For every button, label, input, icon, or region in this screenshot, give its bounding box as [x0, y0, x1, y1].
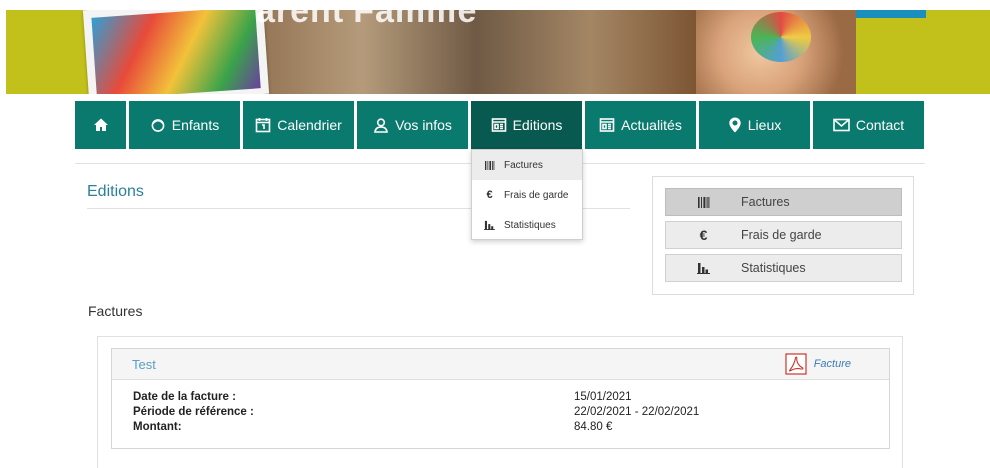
envelope-icon — [833, 118, 850, 132]
nav-vos-infos[interactable]: Vos infos — [357, 101, 468, 149]
nav-contact[interactable]: Contact — [813, 101, 924, 149]
side-item-statistiques[interactable]: Statistiques — [665, 254, 902, 282]
pdf-icon — [785, 353, 807, 375]
header-banner: arent'Famille — [6, 10, 990, 94]
nav-editions[interactable]: Editions — [471, 101, 582, 149]
editions-dropdown: Factures € Frais de garde Statistiques — [471, 149, 583, 240]
banner-painted-hand — [751, 12, 811, 62]
invoice-pdf-link[interactable]: Facture — [785, 353, 851, 375]
dropdown-item-frais-de-garde[interactable]: € Frais de garde — [472, 180, 582, 210]
invoice-name: Test — [132, 357, 156, 372]
invoice-date-value: 15/01/2021 — [574, 391, 632, 403]
bar-chart-icon — [484, 220, 495, 230]
barcode-icon — [485, 160, 495, 170]
section-title: Factures — [88, 303, 143, 319]
dropdown-item-statistiques[interactable]: Statistiques — [472, 210, 582, 240]
bar-chart-icon — [666, 262, 741, 274]
main-nav: Enfants Calendrier Vos infos Editions Ac… — [75, 101, 924, 149]
side-item-factures[interactable]: Factures — [665, 188, 902, 216]
page-title: Editions — [87, 183, 144, 200]
barcode-icon — [666, 196, 741, 208]
banner-kids-photo — [82, 10, 270, 94]
invoice-card: Test Facture Date de la facture : 15/01/… — [111, 348, 890, 449]
banner-title: arent'Famille — [256, 10, 478, 30]
user-icon — [374, 118, 388, 133]
invoice-period-label: Période de référence : — [133, 406, 254, 418]
child-icon — [151, 119, 165, 132]
nav-lieux[interactable]: Lieux — [699, 101, 810, 149]
nav-actualites[interactable]: Actualités — [585, 101, 696, 149]
side-menu: Factures € Frais de garde Statistiques — [652, 176, 914, 295]
nav-home[interactable] — [75, 101, 126, 149]
news-icon — [599, 118, 615, 132]
nav-enfants[interactable]: Enfants — [129, 101, 240, 149]
document-icon — [491, 118, 506, 132]
invoice-card-header: Test Facture — [112, 349, 889, 380]
calendar-icon — [255, 118, 271, 133]
invoice-date-label: Date de la facture : — [133, 391, 236, 403]
invoice-amount-value: 84.80 € — [574, 421, 613, 433]
nav-calendrier[interactable]: Calendrier — [243, 101, 354, 149]
home-icon — [93, 118, 108, 131]
invoice-amount-label: Montant: — [133, 421, 182, 433]
dropdown-item-factures[interactable]: Factures — [472, 150, 582, 180]
side-item-frais-de-garde[interactable]: € Frais de garde — [665, 221, 902, 249]
invoice-period-value: 22/02/2021 - 22/02/2021 — [574, 406, 700, 418]
euro-icon: € — [699, 227, 708, 243]
euro-icon: € — [486, 189, 493, 201]
map-pin-icon — [729, 117, 741, 133]
